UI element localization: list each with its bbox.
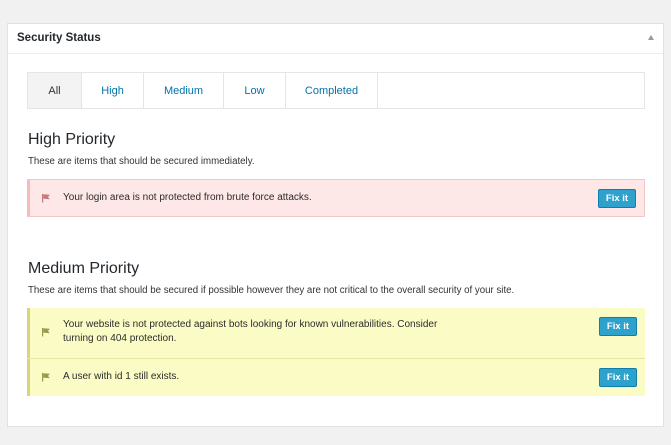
medium-priority-description: These are items that should be secured i…: [28, 285, 515, 296]
issue-text: A user with id 1 still exists.: [63, 371, 180, 382]
tab-completed[interactable]: Completed: [286, 73, 378, 108]
issue-text: Your website is not protected against bo…: [63, 318, 437, 346]
medium-priority-title: Medium Priority: [28, 260, 140, 277]
issue-user-id-1: A user with id 1 still exists. Fix it: [27, 359, 645, 396]
issue-text: Your login area is not protected from br…: [63, 192, 312, 203]
high-priority-description: These are items that should be secured i…: [28, 156, 255, 167]
panel-header: Security Status: [8, 24, 663, 54]
fix-404-button[interactable]: Fix it: [599, 317, 637, 336]
tab-low[interactable]: Low: [224, 73, 286, 108]
issue-404-protection: Your website is not protected against bo…: [27, 308, 645, 358]
filter-tabs: All High Medium Low Completed: [27, 72, 645, 109]
issue-brute-force: Your login area is not protected from br…: [27, 179, 645, 217]
flag-icon: [42, 373, 50, 382]
tab-high[interactable]: High: [82, 73, 144, 108]
issue-text-line: Your website is not protected against bo…: [63, 319, 438, 330]
issue-text-line: turning on 404 protection.: [63, 333, 177, 344]
flag-icon: [42, 328, 50, 337]
fix-brute-force-button[interactable]: Fix it: [598, 189, 636, 208]
tab-all[interactable]: All: [28, 73, 82, 108]
high-priority-title: High Priority: [28, 131, 116, 148]
security-status-panel: Security Status All High Medium Low Comp…: [7, 23, 664, 427]
tab-medium[interactable]: Medium: [144, 73, 224, 108]
fix-user-id-button[interactable]: Fix it: [599, 368, 637, 387]
flag-icon: [42, 194, 50, 203]
panel-title: Security Status: [17, 32, 101, 44]
collapse-toggle-icon[interactable]: [648, 35, 654, 40]
